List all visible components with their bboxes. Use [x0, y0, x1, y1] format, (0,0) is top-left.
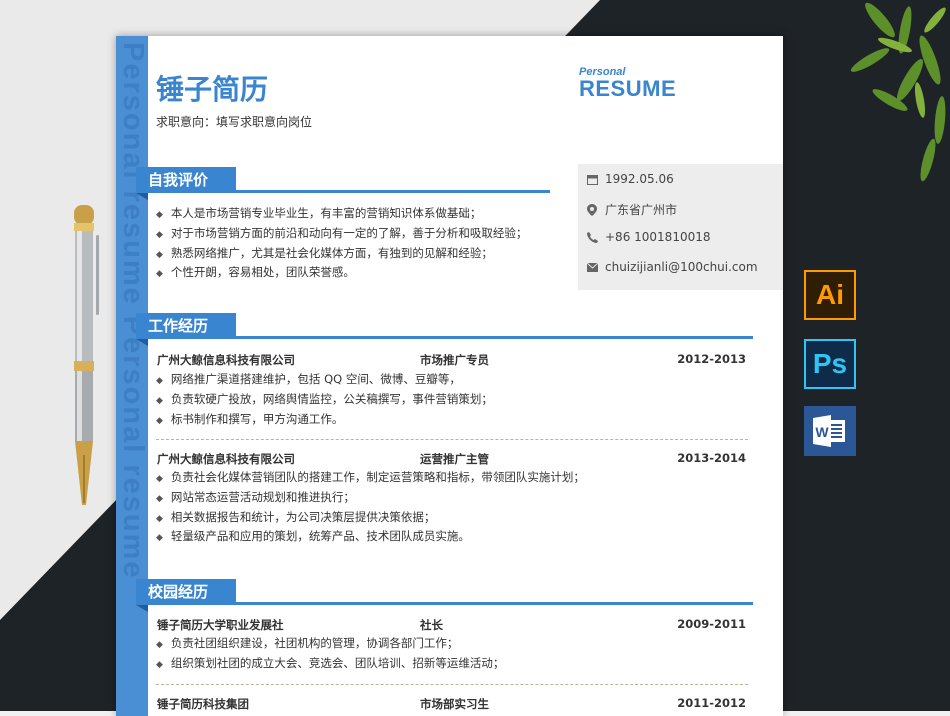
list-item: ◆ 个性开朗，容易相处，团队荣誉感。 — [156, 265, 355, 280]
job-company: 锤子简历科技集团 — [157, 697, 249, 711]
logo-resume: RESUME — [579, 76, 677, 101]
job-duties-list: ◆ 负责社团组织建设，社团机构的管理，协调各部门工作； ◆ 组织策划社团的成立大会、… — [156, 634, 504, 674]
calendar-icon — [586, 173, 598, 185]
section-title-work: 工作经历 — [136, 313, 236, 339]
job-header: 锤子简历大学职业发展社 社长 2009-2011 — [157, 617, 746, 633]
job-company: 广州大鲸信息科技有限公司 — [157, 452, 295, 466]
side-stripe-text: Personal resume Personal resume — [117, 42, 149, 580]
job-role: 市场部实习生 — [420, 697, 489, 711]
job-role: 社长 — [420, 618, 443, 632]
contact-location: 广东省广州市 — [586, 201, 677, 218]
job-years: 2011-2012 — [677, 696, 746, 710]
email-text: chuizijianli@100chui.com — [605, 260, 758, 274]
list-item: ◆ 熟悉网络推广，尤其是社会化媒体方面，有独到的见解和经验； — [156, 245, 493, 260]
resume-page: Personal resume Personal resume 锤子简历 求职意… — [116, 36, 783, 716]
self-evaluation-list: ◆ 本人是市场营销专业毕业生，有丰富的营销知识体系做基础； ◆ 对于市场营销方面的前… — [156, 204, 527, 283]
job-intent: 求职意向：填写求职意向岗位 — [156, 115, 313, 129]
list-item: ◆ 网站常态运营活动规划和推进执行； — [156, 489, 355, 504]
job-header: 锤子简历科技集团 市场部实习生 2011-2012 — [157, 696, 746, 712]
job-header: 广州大鲸信息科技有限公司 运营推广主管 2013-2014 — [157, 451, 746, 467]
contact-box: 1992.05.06 广东省广州市 +86 1001810018 chuizij… — [578, 164, 783, 290]
list-item: ◆ 轻量级产品和应用的策划，统筹产品、技术团队成员实施。 — [156, 529, 470, 544]
job-company: 锤子简历大学职业发展社 — [157, 618, 284, 632]
job-years: 2013-2014 — [677, 451, 746, 465]
personal-resume-logo: Personal RESUME — [579, 66, 676, 100]
section-title-self: 自我评价 — [136, 167, 236, 193]
list-item: ◆ 标书制作和撰写，甲方沟通工作。 — [156, 411, 344, 426]
job-role: 运营推广主管 — [420, 452, 489, 466]
job-role: 市场推广专员 — [420, 353, 489, 367]
job-duties-list: ◆ 网络推广渠道搭建维护，包括 QQ 空间、微博、豆瓣等， ◆ 负责软硬广投放，网络… — [156, 370, 493, 429]
phone-icon — [586, 231, 598, 243]
section-fold — [136, 605, 148, 612]
word-icon: W — [804, 406, 856, 456]
photoshop-icon: Ps — [804, 339, 856, 389]
section-fold — [136, 339, 148, 346]
divider — [156, 439, 748, 440]
list-item: ◆ 网络推广渠道搭建维护，包括 QQ 空间、微博、豆瓣等， — [156, 372, 461, 386]
job-duties-list: ◆ 负责社会化媒体营销团队的搭建工作，制定运营策略和指标，带领团队实施计划； ◆ 网… — [156, 468, 585, 547]
list-item: ◆ 组织策划社团的成立大会、竞选会、团队培训、招新等运维活动； — [156, 655, 505, 670]
plant-image — [850, 2, 946, 182]
list-item: ◆ 负责社会化媒体营销团队的搭建工作，制定运营策略和指标，带领团队实施计划； — [156, 470, 585, 484]
job-years: 2009-2011 — [677, 617, 746, 631]
side-stripe: Personal resume Personal resume — [116, 36, 149, 716]
resume-name: 锤子简历 — [156, 73, 269, 106]
illustrator-icon: Ai — [804, 270, 856, 320]
svg-text:W: W — [815, 424, 829, 440]
contact-phone: +86 1001810018 — [586, 230, 711, 244]
divider — [156, 684, 748, 685]
location-pin-icon — [586, 203, 598, 216]
job-header: 广州大鲸信息科技有限公司 市场推广专员 2012-2013 — [157, 352, 746, 368]
pen-image — [74, 205, 99, 505]
contact-email: chuizijianli@100chui.com — [586, 260, 758, 274]
birthday-text: 1992.05.06 — [605, 172, 674, 186]
list-item: ◆ 负责软硬广投放，网络舆情监控，公关稿撰写，事件营销策划； — [156, 391, 493, 406]
contact-birthday: 1992.05.06 — [586, 172, 674, 186]
job-company: 广州大鲸信息科技有限公司 — [157, 353, 295, 367]
list-item: ◆ 本人是市场营销专业毕业生，有丰富的营销知识体系做基础； — [156, 206, 482, 220]
location-text: 广东省广州市 — [605, 203, 678, 217]
list-item: ◆ 负责社团组织建设，社团机构的管理，协调各部门工作； — [156, 636, 459, 650]
email-icon — [586, 261, 598, 273]
phone-text: +86 1001810018 — [605, 230, 711, 244]
section-fold — [136, 193, 148, 200]
word-logo-icon: W — [813, 415, 845, 447]
job-years: 2012-2013 — [677, 352, 746, 366]
list-item: ◆ 相关数据报告和统计，为公司决策层提供决策依据； — [156, 509, 436, 524]
section-title-campus: 校园经历 — [136, 579, 236, 605]
list-item: ◆ 对于市场营销方面的前沿和动向有一定的了解，善于分析和吸取经验； — [156, 225, 528, 240]
